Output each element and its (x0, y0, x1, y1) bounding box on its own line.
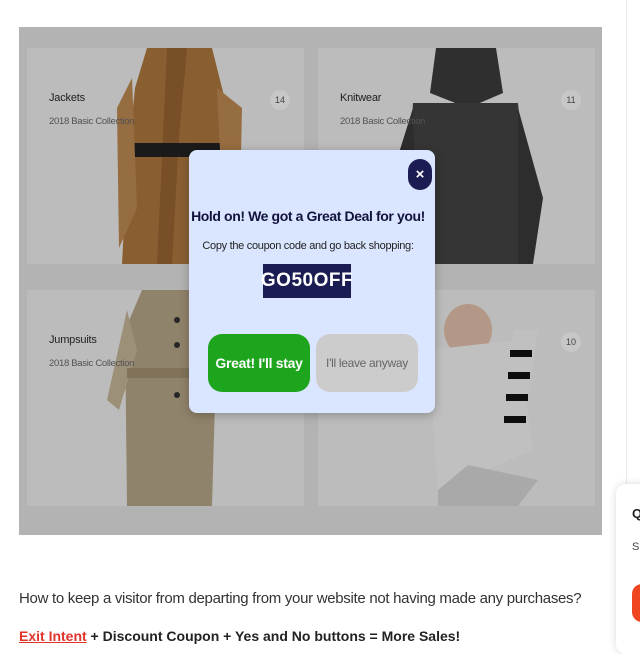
article-summary: Exit Intent + Discount Coupon + Yes and … (19, 628, 460, 644)
card-title: Knitwear (340, 92, 382, 104)
close-button[interactable]: × (408, 159, 432, 190)
side-widget-heading: Q (632, 506, 640, 521)
popup-title: Hold on! We got a Great Deal for you! (191, 208, 425, 224)
stay-button[interactable]: Great! I'll stay (208, 334, 310, 392)
exit-intent-popup: × Hold on! We got a Great Deal for you! … (189, 150, 435, 413)
card-title: Jackets (49, 92, 85, 104)
side-widget-button[interactable] (632, 584, 640, 622)
item-count-badge: 10 (561, 332, 581, 352)
coupon-code[interactable]: GO50OFF (261, 264, 353, 298)
popup-subtitle: Copy the coupon code and go back shoppin… (202, 240, 414, 252)
card-subtitle: 2018 Basic Collection (49, 358, 135, 369)
card-subtitle: 2018 Basic Collection (49, 116, 135, 127)
card-title: Jumpsuits (49, 334, 97, 346)
article-question: How to keep a visitor from departing fro… (19, 590, 582, 607)
side-widget[interactable]: Q S (616, 484, 640, 654)
item-count-badge: 11 (561, 90, 581, 110)
exit-intent-link[interactable]: Exit Intent (19, 628, 87, 644)
article-summary-rest: + Discount Coupon + Yes and No buttons =… (86, 628, 461, 644)
item-count-badge: 14 (270, 90, 290, 110)
card-subtitle: 2018 Basic Collection (340, 116, 426, 127)
side-widget-text: S (632, 541, 640, 553)
leave-button[interactable]: I'll leave anyway (316, 334, 418, 392)
